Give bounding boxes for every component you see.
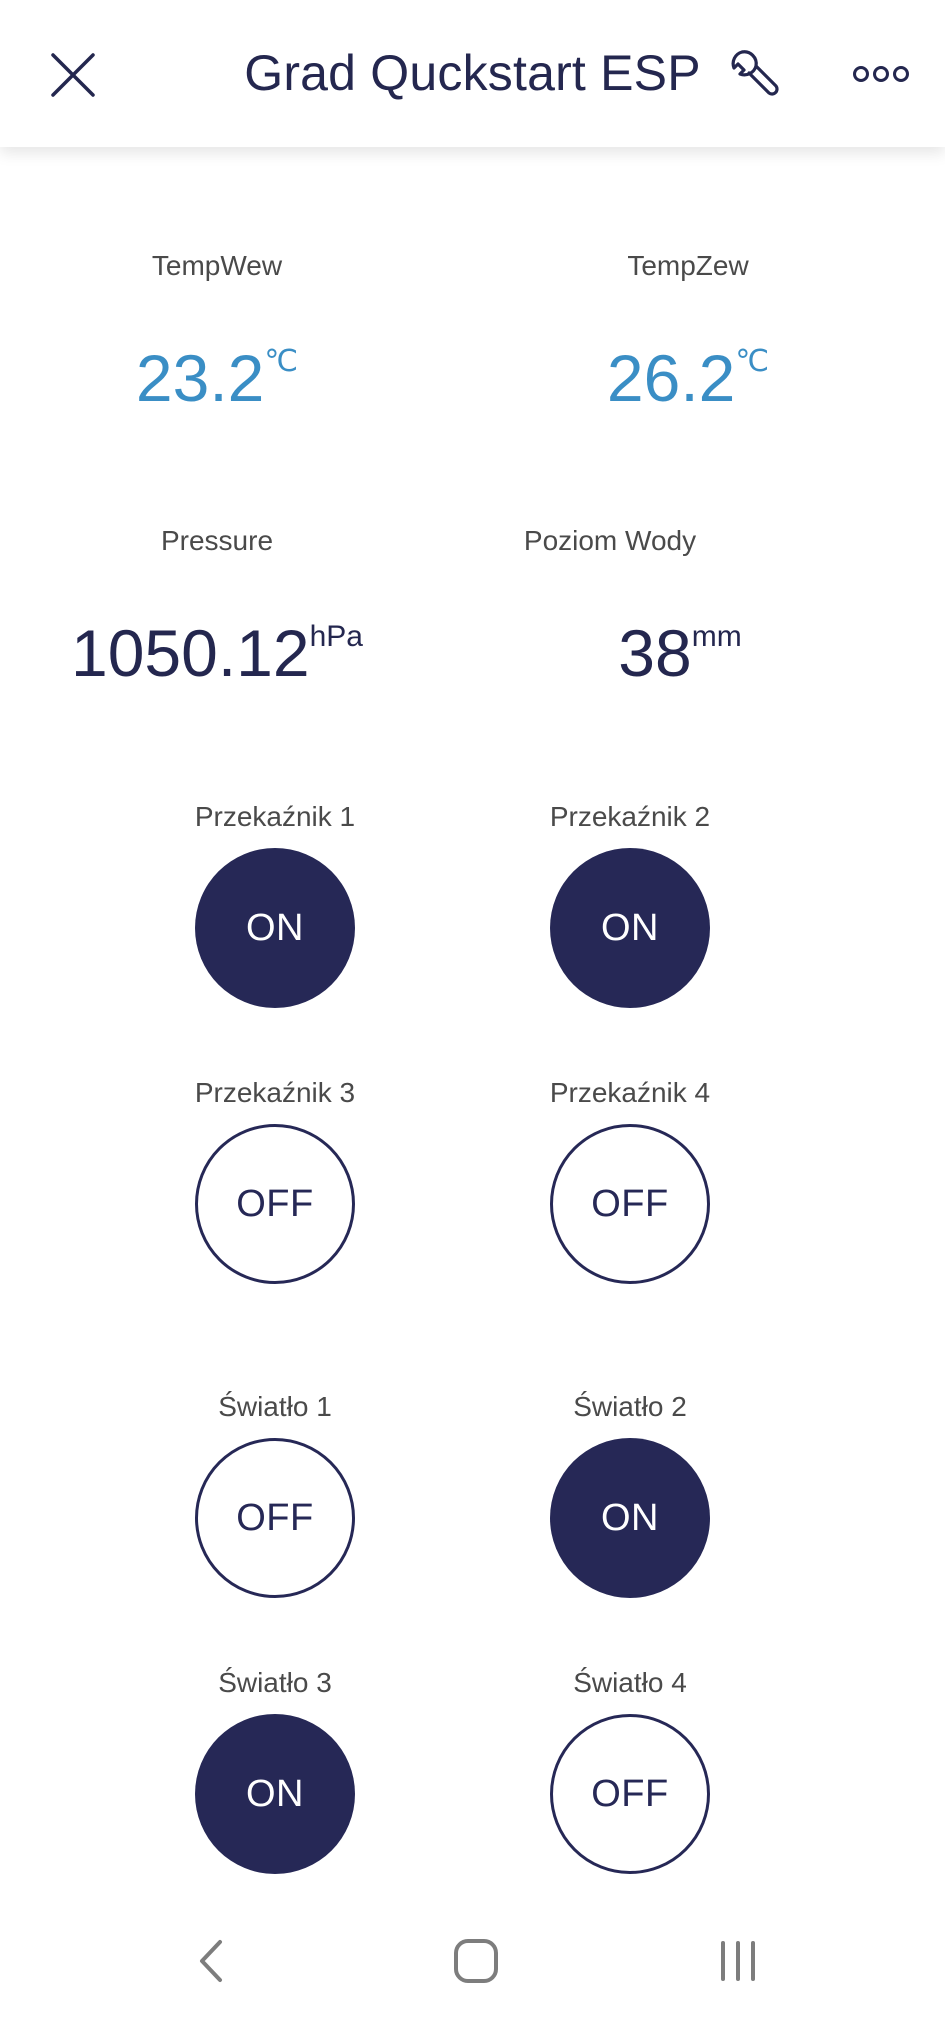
sensor-label-tempzew: TempZew (627, 250, 749, 281)
switch-button-swiatlo-2[interactable]: ON (550, 1438, 710, 1598)
switch-button-przekaznik-4[interactable]: OFF (550, 1124, 710, 1284)
sensor-value-tempzew: 26.2℃ (508, 340, 868, 416)
switch-label-przekaznik-3: Przekaźnik 3 (194, 1077, 356, 1108)
pressure-unit: hPa (309, 620, 363, 653)
switch-label-przekaznik-1: Przekaźnik 1 (194, 801, 356, 832)
tempwew-number: 23.2 (135, 341, 265, 415)
pressure-number: 1050.12 (71, 616, 310, 690)
wrench-icon[interactable] (728, 48, 784, 104)
switch-label-swiatlo-1: Światło 1 (218, 1391, 332, 1422)
tempwew-unit: ℃ (264, 345, 299, 378)
back-icon[interactable] (196, 1938, 226, 1984)
switch-label-swiatlo-4: Światło 4 (573, 1667, 687, 1698)
switch-button-przekaznik-2[interactable]: ON (550, 848, 710, 1008)
tempzew-unit: ℃ (735, 345, 770, 378)
switch-button-swiatlo-1[interactable]: OFF (195, 1438, 355, 1598)
sensor-value-poziom-wody: 38mm (500, 615, 860, 691)
system-nav-bar (0, 1900, 945, 2023)
switch-button-swiatlo-4[interactable]: OFF (550, 1714, 710, 1874)
poziom-wody-unit: mm (691, 620, 742, 653)
switch-label-swiatlo-2: Światło 2 (573, 1391, 687, 1422)
switch-button-swiatlo-3[interactable]: ON (195, 1714, 355, 1874)
more-dots-icon[interactable] (852, 62, 910, 86)
tempzew-number: 26.2 (606, 341, 736, 415)
sensor-value-pressure: 1050.12hPa (37, 615, 397, 691)
switch-label-przekaznik-4: Przekaźnik 4 (549, 1077, 711, 1108)
switch-label-przekaznik-2: Przekaźnik 2 (549, 801, 711, 832)
page-title: Grad Quckstart ESP (244, 45, 701, 101)
poziom-wody-number: 38 (618, 616, 692, 690)
sensor-value-tempwew: 23.2℃ (37, 340, 397, 416)
home-icon[interactable] (453, 1938, 499, 1984)
switch-button-przekaznik-1[interactable]: ON (195, 848, 355, 1008)
sensor-label-pressure: Pressure (160, 525, 274, 556)
sensor-label-tempwew: TempWew (151, 250, 283, 281)
switch-label-swiatlo-3: Światło 3 (218, 1667, 332, 1698)
recent-apps-icon[interactable] (718, 1940, 758, 1982)
sensor-label-poziom-wody: Poziom Wody (523, 525, 697, 556)
app-header: Grad Quckstart ESP (0, 0, 945, 147)
switch-button-przekaznik-3[interactable]: OFF (195, 1124, 355, 1284)
